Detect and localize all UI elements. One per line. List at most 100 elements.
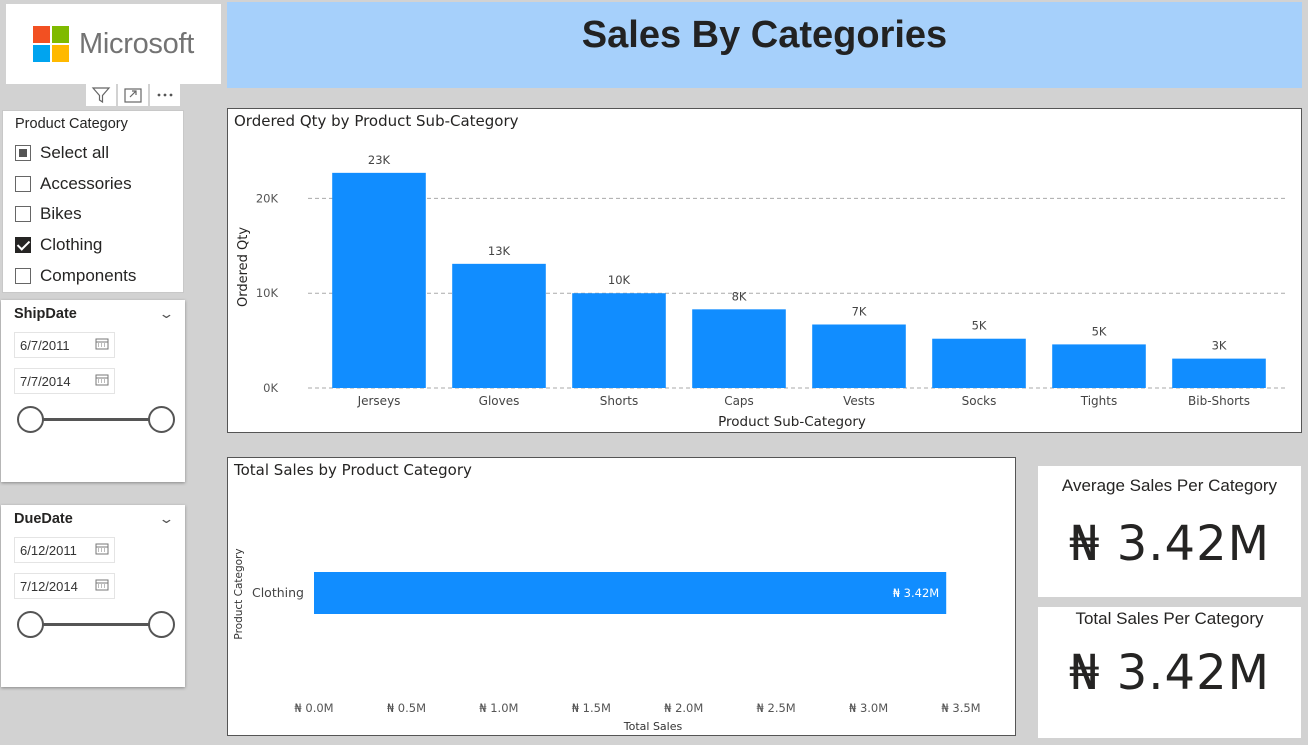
x-axis-title: Total Sales bbox=[623, 720, 683, 733]
bar bbox=[932, 338, 1026, 388]
checkbox-icon[interactable] bbox=[15, 267, 31, 284]
slicer-header: Product Category bbox=[15, 116, 128, 132]
logo-wordmark: Microsoft bbox=[79, 27, 194, 60]
bar bbox=[314, 572, 947, 614]
checkbox-icon[interactable] bbox=[15, 145, 31, 162]
bar bbox=[692, 309, 786, 388]
x-tick-label: ₦ 2.5M bbox=[757, 701, 796, 715]
x-tick-label: Shorts bbox=[600, 394, 638, 408]
slicer-item-label: Accessories bbox=[40, 173, 132, 193]
start-date-input[interactable]: 6/12/2011 bbox=[14, 537, 115, 563]
date-range-slider[interactable] bbox=[14, 609, 175, 639]
logo-square-green bbox=[52, 26, 70, 43]
kpi-label: Average Sales Per Category bbox=[1061, 476, 1278, 495]
kpi-value: ₦ 3.42M bbox=[1068, 645, 1271, 701]
slicer-item-label: Select all bbox=[40, 143, 109, 163]
slider-track bbox=[30, 418, 156, 421]
slicer-header: ShipDate ⌄ bbox=[14, 306, 175, 322]
bar bbox=[1172, 358, 1266, 388]
slicer-item-clothing[interactable]: Clothing bbox=[15, 230, 171, 261]
checkbox-icon[interactable] bbox=[15, 175, 31, 192]
checkbox-icon[interactable] bbox=[15, 237, 31, 254]
logo-square-red bbox=[33, 26, 51, 43]
slider-end-handle[interactable] bbox=[148, 406, 175, 433]
start-date-input[interactable]: 6/7/2011 bbox=[14, 332, 115, 358]
slicer-item-label: Clothing bbox=[40, 235, 103, 255]
shipdate-slicer: ShipDate ⌄ 6/7/2011 7/7/2014 bbox=[1, 300, 185, 482]
x-tick-label: ₦ 2.0M bbox=[664, 701, 703, 715]
more-options-icon[interactable] bbox=[150, 83, 180, 106]
y-axis-title: Product Category bbox=[233, 548, 245, 639]
end-date-value: 7/12/2014 bbox=[20, 578, 78, 594]
x-tick-label: ₦ 3.0M bbox=[849, 701, 888, 715]
filter-icon[interactable] bbox=[86, 83, 116, 106]
slicer-item-label: Bikes bbox=[40, 204, 82, 224]
start-date-value: 6/7/2011 bbox=[20, 337, 70, 353]
x-tick-label: Jerseys bbox=[357, 394, 401, 408]
product-category-slicer: Product Category Select all Accessories … bbox=[2, 110, 184, 293]
x-tick-label: ₦ 1.5M bbox=[572, 701, 611, 715]
x-axis-title: Product Sub-Category bbox=[718, 414, 866, 430]
data-label: 8K bbox=[732, 289, 747, 303]
slicer-item-bikes[interactable]: Bikes bbox=[15, 199, 171, 230]
bar bbox=[1052, 344, 1146, 388]
y-tick-label: 20K bbox=[256, 191, 279, 205]
checkbox-icon[interactable] bbox=[15, 206, 31, 223]
data-label: 7K bbox=[852, 304, 867, 318]
x-tick-label: ₦ 3.5M bbox=[941, 701, 980, 715]
x-tick-label: Tights bbox=[1080, 394, 1117, 408]
calendar-icon[interactable] bbox=[95, 337, 109, 353]
column-chart-svg: 0K 10K 20K 23K Jerseys 13K Gloves 10K Shorts 8K Ca… bbox=[236, 153, 1288, 430]
chevron-down-icon[interactable]: ⌄ bbox=[158, 306, 174, 322]
bar bbox=[572, 293, 666, 388]
slicer-item-components[interactable]: Components bbox=[15, 260, 171, 291]
microsoft-logo: Microsoft bbox=[6, 4, 221, 84]
x-tick-label: ₦ 0.0M bbox=[294, 701, 333, 715]
visual-header bbox=[86, 83, 180, 106]
data-label: 13K bbox=[488, 244, 511, 258]
y-tick-label: 10K bbox=[256, 286, 279, 300]
x-tick-label: ₦ 0.5M bbox=[387, 701, 426, 715]
data-label: 23K bbox=[368, 153, 391, 167]
total-sales-card: Total Sales Per Category ₦ 3.42M bbox=[1038, 607, 1301, 738]
calendar-icon[interactable] bbox=[95, 542, 109, 558]
slider-end-handle[interactable] bbox=[148, 611, 175, 638]
bar-chart-svg: ₦ 0.0M ₦ 0.5M ₦ 1.0M ₦ 1.5M ₦ 2.0M ₦ 2.5M ₦ 3.… bbox=[233, 548, 981, 733]
title-banner: Sales By Categories bbox=[227, 2, 1302, 88]
x-tick-label: Gloves bbox=[479, 394, 520, 408]
slicer-title: DueDate bbox=[14, 511, 73, 527]
slider-start-handle[interactable] bbox=[17, 611, 44, 638]
kpi-label: Total Sales Per Category bbox=[1075, 609, 1264, 628]
page-title: Sales By Categories bbox=[581, 14, 948, 56]
average-sales-card: Average Sales Per Category ₦ 3.42M bbox=[1038, 466, 1301, 597]
bar bbox=[452, 263, 546, 388]
data-label: 3K bbox=[1212, 339, 1227, 353]
y-tick-label: Clothing bbox=[252, 585, 304, 600]
slicer-item-select-all[interactable]: Select all bbox=[15, 138, 171, 169]
start-date-value: 6/12/2011 bbox=[20, 542, 77, 558]
calendar-icon[interactable] bbox=[95, 578, 109, 594]
slicer-item-accessories[interactable]: Accessories bbox=[15, 169, 171, 200]
x-tick-label: ₦ 1.0M bbox=[479, 701, 518, 715]
kpi-value: ₦ 3.42M bbox=[1068, 516, 1271, 572]
x-tick-label: Socks bbox=[962, 394, 997, 408]
duedate-slicer: DueDate ⌄ 6/12/2011 7/12/2014 bbox=[1, 505, 185, 687]
logo-square-blue bbox=[33, 45, 51, 62]
bar bbox=[812, 324, 906, 388]
microsoft-logo-icon bbox=[33, 26, 70, 62]
date-range-slider[interactable] bbox=[14, 404, 175, 434]
data-label: ₦ 3.42M bbox=[893, 586, 940, 600]
focus-mode-icon[interactable] bbox=[118, 83, 148, 106]
end-date-input[interactable]: 7/7/2014 bbox=[14, 368, 115, 394]
total-sales-chart: Total Sales by Product Category ₦ 0.0M ₦ … bbox=[227, 457, 1016, 736]
slider-start-handle[interactable] bbox=[17, 406, 44, 433]
chevron-down-icon[interactable]: ⌄ bbox=[158, 511, 174, 527]
data-label: 5K bbox=[972, 319, 987, 333]
x-tick-label: Bib-Shorts bbox=[1188, 394, 1250, 408]
x-tick-label: Vests bbox=[843, 394, 875, 408]
data-label: 5K bbox=[1092, 324, 1107, 338]
end-date-input[interactable]: 7/12/2014 bbox=[14, 573, 115, 599]
calendar-icon[interactable] bbox=[95, 373, 109, 389]
slicer-item-label: Components bbox=[40, 265, 137, 285]
slicer-header: DueDate ⌄ bbox=[14, 511, 175, 527]
